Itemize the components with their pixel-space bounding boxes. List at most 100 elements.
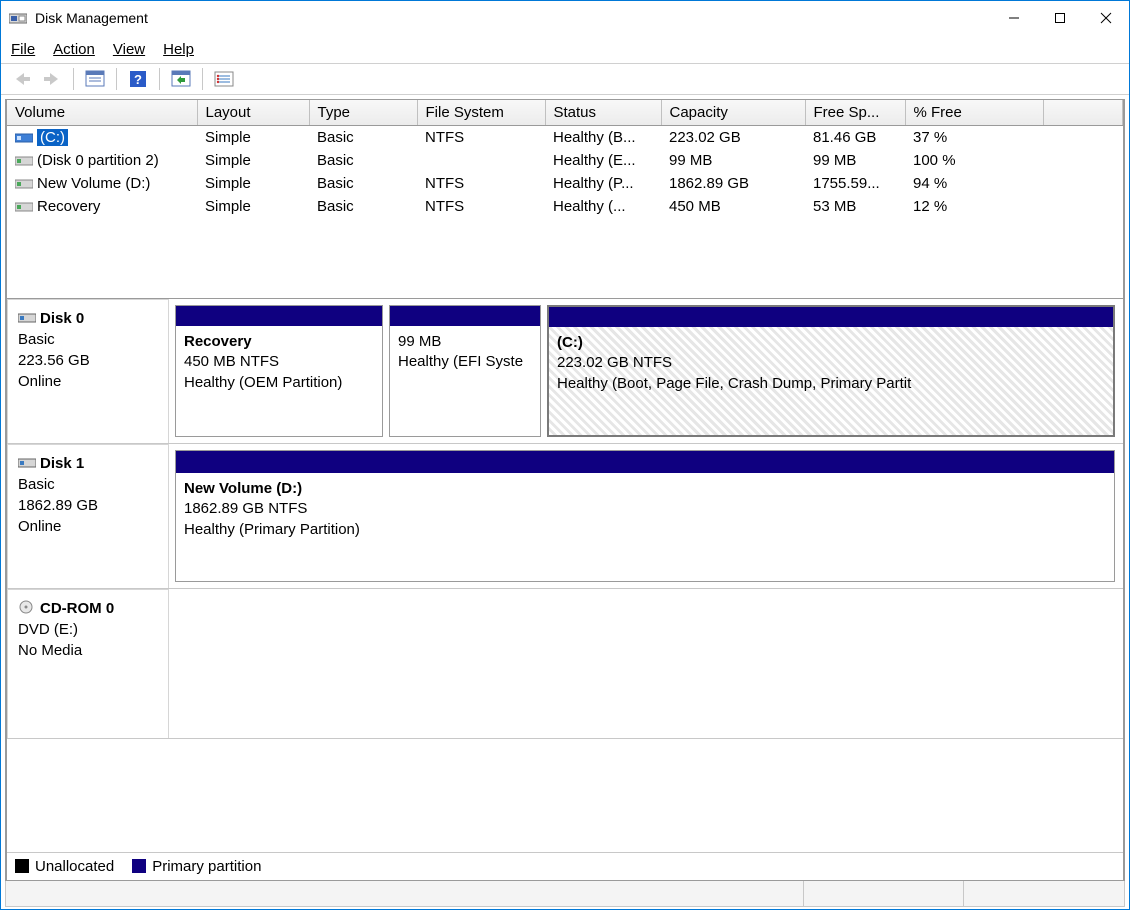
partition-c[interactable]: (C:) 223.02 GB NTFS Healthy (Boot, Page … (547, 305, 1115, 437)
menu-help[interactable]: Help (163, 41, 194, 58)
toolbar-separator (116, 68, 117, 90)
status-cell (6, 881, 804, 906)
forward-button[interactable] (39, 67, 65, 91)
drive-icon (15, 154, 33, 166)
partition-recovery[interactable]: Recovery 450 MB NTFS Healthy (OEM Partit… (175, 305, 383, 437)
back-button[interactable] (9, 67, 35, 91)
cell-pct: 94 % (905, 172, 1043, 195)
col-filesystem[interactable]: File System (417, 100, 545, 126)
cell-capacity: 450 MB (661, 195, 805, 218)
volume-table: Volume Layout Type File System Status Ca… (7, 100, 1123, 218)
close-button[interactable] (1083, 1, 1129, 35)
content-area: Volume Layout Type File System Status Ca… (1, 95, 1129, 911)
cell-capacity: 99 MB (661, 149, 805, 172)
maximize-button[interactable] (1037, 1, 1083, 35)
col-capacity[interactable]: Capacity (661, 100, 805, 126)
col-status[interactable]: Status (545, 100, 661, 126)
partition-container: New Volume (D:) 1862.89 GB NTFS Healthy … (169, 444, 1123, 588)
cell-fs (417, 149, 545, 172)
cell-free: 81.46 GB (805, 126, 905, 150)
disk-label[interactable]: CD-ROM 0 DVD (E:) No Media (7, 589, 169, 738)
menu-view[interactable]: View (113, 41, 145, 58)
menu-file[interactable]: File (11, 41, 35, 58)
cell-type: Basic (309, 172, 417, 195)
partition-stripe (176, 306, 382, 326)
status-cell (964, 881, 1124, 906)
table-header-row: Volume Layout Type File System Status Ca… (7, 100, 1123, 126)
svg-text:?: ? (134, 72, 142, 87)
toolbar-separator (73, 68, 74, 90)
volume-name: (Disk 0 partition 2) (37, 152, 159, 169)
volume-name: New Volume (D:) (37, 175, 150, 192)
show-hide-console-tree-button[interactable] (82, 67, 108, 91)
volume-list-pane[interactable]: Volume Layout Type File System Status Ca… (5, 99, 1125, 299)
help-button[interactable]: ? (125, 67, 151, 91)
col-pctfree[interactable]: % Free (905, 100, 1043, 126)
col-layout[interactable]: Layout (197, 100, 309, 126)
toolbar-separator (159, 68, 160, 90)
cell-layout: Simple (197, 172, 309, 195)
cell-capacity: 1862.89 GB (661, 172, 805, 195)
cell-status: Healthy (E... (545, 149, 661, 172)
partition-efi[interactable]: 99 MB Healthy (EFI Syste (389, 305, 541, 437)
cell-free: 99 MB (805, 149, 905, 172)
partition-container: Recovery 450 MB NTFS Healthy (OEM Partit… (169, 299, 1123, 443)
volume-row[interactable]: (C:) Simple Basic NTFS Healthy (B... 223… (7, 126, 1123, 150)
cell-pct: 12 % (905, 195, 1043, 218)
col-volume[interactable]: Volume (7, 100, 197, 126)
cell-layout: Simple (197, 149, 309, 172)
status-cell (804, 881, 964, 906)
disk-row: Disk 0 Basic 223.56 GB Online Recovery 4… (7, 299, 1123, 444)
disk-row: Disk 1 Basic 1862.89 GB Online New Volum… (7, 444, 1123, 589)
toolbar-separator (202, 68, 203, 90)
drive-icon (15, 131, 33, 143)
volume-row[interactable]: Recovery Simple Basic NTFS Healthy (... … (7, 195, 1123, 218)
app-icon (9, 10, 27, 26)
cell-free: 53 MB (805, 195, 905, 218)
cell-fs: NTFS (417, 195, 545, 218)
cell-status: Healthy (B... (545, 126, 661, 150)
menu-action[interactable]: Action (53, 41, 95, 58)
volume-name: (C:) (37, 129, 68, 146)
menubar: File Action View Help (1, 35, 1129, 63)
optical-disk-icon (18, 599, 36, 611)
graphical-view-pane: Disk 0 Basic 223.56 GB Online Recovery 4… (5, 299, 1125, 881)
cell-status: Healthy (... (545, 195, 661, 218)
window-title: Disk Management (35, 10, 991, 26)
partition-d[interactable]: New Volume (D:) 1862.89 GB NTFS Healthy … (175, 450, 1115, 582)
col-spacer (1043, 100, 1123, 126)
volume-name: Recovery (37, 198, 100, 215)
disk-label[interactable]: Disk 0 Basic 223.56 GB Online (7, 299, 169, 443)
settings-button[interactable] (211, 67, 237, 91)
cell-type: Basic (309, 126, 417, 150)
cell-pct: 37 % (905, 126, 1043, 150)
disk-label[interactable]: Disk 1 Basic 1862.89 GB Online (7, 444, 169, 588)
cell-fs: NTFS (417, 126, 545, 150)
disk-icon (18, 309, 36, 321)
cell-capacity: 223.02 GB (661, 126, 805, 150)
cell-fs: NTFS (417, 172, 545, 195)
disk-icon (18, 454, 36, 466)
window-controls (991, 1, 1129, 35)
col-type[interactable]: Type (309, 100, 417, 126)
partition-container (169, 589, 1123, 738)
cell-pct: 100 % (905, 149, 1043, 172)
legend-unallocated: Unallocated (15, 858, 114, 875)
swatch-primary (132, 859, 146, 873)
cell-layout: Simple (197, 195, 309, 218)
legend-bar: Unallocated Primary partition (7, 852, 1123, 880)
cell-status: Healthy (P... (545, 172, 661, 195)
col-free[interactable]: Free Sp... (805, 100, 905, 126)
refresh-button[interactable] (168, 67, 194, 91)
volume-row[interactable]: New Volume (D:) Simple Basic NTFS Health… (7, 172, 1123, 195)
cell-type: Basic (309, 149, 417, 172)
toolbar: ? (1, 63, 1129, 95)
cell-type: Basic (309, 195, 417, 218)
legend-primary-partition: Primary partition (132, 858, 261, 875)
partition-stripe (549, 307, 1113, 327)
minimize-button[interactable] (991, 1, 1037, 35)
drive-icon (15, 200, 33, 212)
volume-row[interactable]: (Disk 0 partition 2) Simple Basic Health… (7, 149, 1123, 172)
titlebar: Disk Management (1, 1, 1129, 35)
cell-layout: Simple (197, 126, 309, 150)
